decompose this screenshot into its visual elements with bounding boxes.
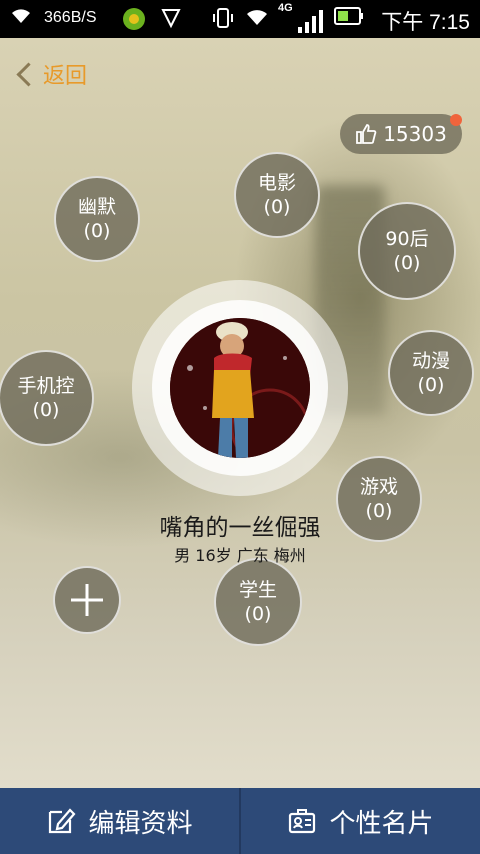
tag-name: 电影 xyxy=(257,172,296,194)
personal-card-button[interactable]: 个性名片 xyxy=(241,788,480,854)
nickname: 嘴角的一丝倔强 xyxy=(159,515,321,541)
clock: 下午 7:15 xyxy=(381,11,470,34)
tag-anime[interactable]: 动漫 (0) xyxy=(388,330,474,416)
status-bar: 366B/S 4G 下午 7:15 xyxy=(0,0,480,38)
wifi-icon xyxy=(10,7,32,30)
tag-name: 游戏 xyxy=(359,476,398,498)
back-label: 返回 xyxy=(43,64,88,89)
notification-dot xyxy=(450,114,462,126)
tag-phone-fan[interactable]: 手机控 (0) xyxy=(0,350,94,446)
like-count: 15303 xyxy=(383,122,447,146)
tag-90s[interactable]: 90后 (0) xyxy=(358,202,456,300)
tag-count: (0) xyxy=(244,603,272,625)
net-speed: 366B/S xyxy=(44,9,97,26)
like-counter[interactable]: 15303 xyxy=(340,114,462,154)
tag-count: (0) xyxy=(417,374,445,396)
profile-details: 男 16岁 广东 梅州 xyxy=(174,546,306,565)
edit-profile-button[interactable]: 编辑资料 xyxy=(0,788,239,854)
tag-movie[interactable]: 电影 (0) xyxy=(234,152,320,238)
card-icon xyxy=(289,809,316,834)
thumbs-up-icon xyxy=(356,124,377,144)
tag-count: (0) xyxy=(393,252,421,274)
tag-count: (0) xyxy=(83,220,111,242)
personal-card-label: 个性名片 xyxy=(329,808,434,839)
network-type: 4G xyxy=(278,2,293,14)
cell-signal-icon xyxy=(296,7,326,38)
wifi-signal-icon xyxy=(244,7,270,32)
tag-count: (0) xyxy=(263,196,291,218)
bottom-action-bar: 编辑资料 个性名片 xyxy=(0,788,480,854)
app-icon xyxy=(122,7,146,36)
tag-name: 动漫 xyxy=(411,350,450,372)
vibrate-icon xyxy=(212,7,234,34)
tag-name: 90后 xyxy=(385,228,429,250)
tag-name: 幽默 xyxy=(77,196,116,218)
tag-student[interactable]: 学生 (0) xyxy=(214,558,302,646)
battery-icon xyxy=(334,7,364,30)
avatar[interactable] xyxy=(170,318,310,458)
chevron-left-icon xyxy=(16,61,41,87)
shield-icon xyxy=(160,7,182,34)
add-tag-button[interactable] xyxy=(53,566,121,634)
tag-humor[interactable]: 幽默 (0) xyxy=(54,176,140,262)
tag-count: (0) xyxy=(32,399,60,421)
back-button[interactable]: 返回 xyxy=(14,58,87,90)
edit-icon xyxy=(49,808,76,834)
tag-name: 手机控 xyxy=(17,375,75,397)
tag-name: 学生 xyxy=(238,579,277,601)
edit-profile-label: 编辑资料 xyxy=(88,808,193,839)
